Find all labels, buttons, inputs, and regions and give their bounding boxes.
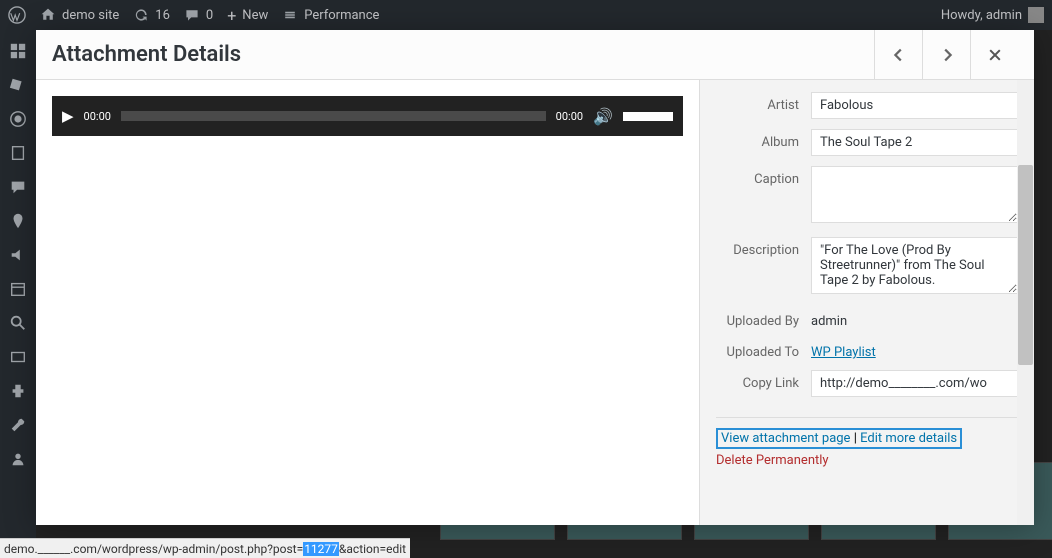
next-button[interactable]	[922, 30, 970, 80]
delete-permanently-link[interactable]: Delete Permanently	[716, 453, 1018, 468]
uploadedto-link[interactable]: WP Playlist	[811, 345, 876, 360]
modal-title: Attachment Details	[52, 42, 241, 67]
performance-link[interactable]: Performance	[282, 7, 379, 23]
wp-logo[interactable]	[8, 6, 26, 24]
album-label: Album	[716, 129, 811, 150]
sidebar-map[interactable]	[0, 204, 36, 238]
new-content[interactable]: +New	[227, 6, 268, 25]
audio-player[interactable]: ▶ 00:00 00:00 🔊	[52, 96, 683, 136]
view-attachment-link[interactable]: View attachment page	[721, 431, 850, 446]
details-sidebar: Artist Album Caption Description "For Th…	[699, 80, 1034, 525]
audio-total-time: 00:00	[556, 110, 583, 123]
description-label: Description	[716, 237, 811, 258]
artist-label: Artist	[716, 92, 811, 113]
volume-slider[interactable]	[623, 112, 673, 121]
avatar	[1028, 7, 1044, 23]
sidebar-appearance[interactable]	[0, 340, 36, 374]
artist-field[interactable]	[811, 92, 1018, 119]
attachment-details-modal: Attachment Details ▶ 00:00 00:00 🔊 Artis…	[36, 30, 1034, 525]
audio-current-time: 00:00	[84, 110, 111, 123]
uploadedto-label: Uploaded To	[716, 339, 811, 360]
sidebar-volume[interactable]	[0, 238, 36, 272]
comments-link[interactable]: 0	[184, 7, 213, 23]
divider	[716, 417, 1018, 418]
description-field[interactable]: "For The Love (Prod By Streetrunner)" fr…	[811, 237, 1018, 294]
media-preview: ▶ 00:00 00:00 🔊	[36, 80, 699, 525]
album-field[interactable]	[811, 129, 1018, 156]
sidebar-search[interactable]	[0, 306, 36, 340]
prev-button[interactable]	[874, 30, 922, 80]
sidebar-comments[interactable]	[0, 170, 36, 204]
audio-progress[interactable]	[121, 111, 546, 121]
close-button[interactable]	[970, 30, 1018, 80]
sidebar-media[interactable]	[0, 102, 36, 136]
admin-sidebar	[0, 30, 36, 558]
browser-status-bar: demo.______.com/wordpress/wp-admin/post.…	[0, 538, 410, 558]
sidebar-users[interactable]	[0, 442, 36, 476]
howdy-account[interactable]: Howdy, admin	[941, 7, 1044, 23]
sidebar-plugins[interactable]	[0, 374, 36, 408]
uploadedby-value: admin	[811, 308, 847, 329]
sidebar-dashboard[interactable]	[0, 34, 36, 68]
uploadedby-label: Uploaded By	[716, 308, 811, 329]
scrollbar[interactable]	[1018, 165, 1033, 365]
sidebar-posts[interactable]	[0, 68, 36, 102]
sidebar-pages[interactable]	[0, 136, 36, 170]
copylink-label: Copy Link	[716, 370, 811, 391]
caption-field[interactable]	[811, 166, 1018, 223]
volume-icon[interactable]: 🔊	[593, 107, 613, 126]
edit-more-link[interactable]: Edit more details	[860, 431, 957, 446]
admin-bar: demo site 16 0 +New Performance Howdy, a…	[0, 0, 1052, 30]
sidebar-calendar[interactable]	[0, 272, 36, 306]
actions: View attachment page | Edit more details…	[716, 428, 1018, 468]
sidebar-tools[interactable]	[0, 408, 36, 442]
caption-label: Caption	[716, 166, 811, 187]
updates-link[interactable]: 16	[133, 7, 170, 23]
copylink-field[interactable]	[811, 370, 1018, 397]
site-link[interactable]: demo site	[40, 7, 119, 23]
play-icon[interactable]: ▶	[62, 107, 74, 125]
